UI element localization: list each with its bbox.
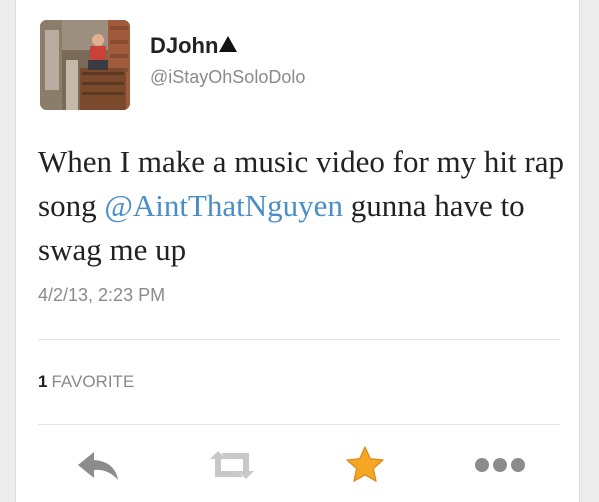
display-name[interactable]: DJohn (150, 33, 218, 58)
user-handle[interactable]: @iStayOhSoloDolo (150, 66, 305, 88)
more-button[interactable] (470, 443, 530, 487)
favorite-label: FAVORITE (51, 372, 135, 391)
favorite-button[interactable] (335, 443, 395, 487)
divider (38, 424, 560, 425)
retweet-icon (210, 451, 254, 479)
tweet-text: When I make a music video for my hit rap… (38, 140, 573, 272)
favorites-count-row[interactable]: 1 FAVORITE (38, 371, 134, 393)
divider (38, 339, 560, 340)
avatar-photo (40, 20, 130, 110)
retweet-button[interactable] (202, 443, 262, 487)
star-icon (346, 446, 384, 482)
triangle-icon (219, 36, 238, 52)
reply-button[interactable] (68, 443, 128, 487)
more-dots-icon (475, 458, 525, 472)
avatar[interactable] (40, 20, 130, 110)
display-name-row[interactable]: DJohn (150, 33, 238, 59)
tweet-detail-screen: DJohn @iStayOhSoloDolo When I make a mus… (0, 0, 599, 502)
favorite-count: 1 (38, 372, 48, 391)
tweet-timestamp: 4/2/13, 2:23 PM (38, 285, 166, 305)
mention-link[interactable]: @AintThatNguyen (104, 188, 343, 223)
reply-arrow-icon (78, 452, 118, 480)
